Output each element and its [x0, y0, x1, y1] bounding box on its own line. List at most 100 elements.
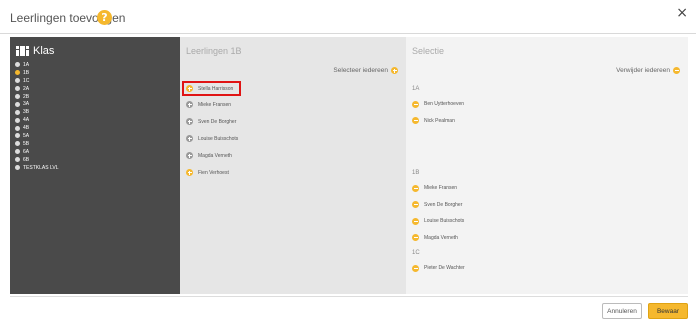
dot-icon	[15, 117, 20, 123]
selection-group: 1C Pieter De Wachter	[412, 250, 465, 277]
class-item[interactable]: 3B	[15, 108, 58, 116]
class-icon	[16, 46, 29, 56]
dot-icon	[15, 149, 20, 155]
selection-group: 1B Mieke Fransen Sven De Borgher Louise Bui…	[412, 170, 464, 246]
class-item[interactable]: 4B	[15, 124, 58, 132]
help-icon[interactable]: ?	[97, 10, 112, 25]
class-item[interactable]: 6B	[15, 156, 58, 164]
remove-icon	[412, 264, 419, 272]
selection-panel: Selectie Verwijder iedereen 1A Ben Uytter…	[406, 37, 688, 294]
class-panel: Klas 1A 1B 1C 2A 2B 3A 3B 4A 4B 5A 5B 6A 6B TESTKLAS …	[10, 37, 180, 294]
student-name: Stella Harrisson	[198, 85, 234, 92]
selected-student-item[interactable]: Ben Uytterhoeven	[412, 96, 464, 113]
class-item[interactable]: 1A	[15, 61, 58, 69]
student-item[interactable]: Sven De Borgher	[184, 113, 241, 130]
selected-student-name: Ben Uytterhoeven	[424, 101, 465, 108]
class-item-label: 6A	[23, 148, 30, 155]
class-item[interactable]: 1B	[15, 69, 58, 77]
class-item-label: 5A	[23, 132, 30, 139]
class-item-label: 1A	[23, 61, 30, 68]
modal-header: Leerlingen toevoegen ? ×	[0, 0, 696, 34]
student-name: Fien Verhoest	[198, 169, 229, 176]
selected-student-item[interactable]: Sven De Borgher	[412, 197, 464, 214]
added-icon	[186, 118, 193, 125]
student-item[interactable]: Magda Verneth	[184, 147, 241, 164]
class-item-label: 1B	[23, 69, 30, 76]
dot-icon	[15, 141, 20, 147]
cancel-button[interactable]: Annuleren	[602, 303, 642, 319]
class-item[interactable]: 1C	[15, 77, 58, 85]
class-panel-header: Klas	[16, 45, 54, 57]
add-students-modal: Leerlingen toevoegen ? × Klas 1A 1B 1C 2A 2B…	[0, 0, 696, 325]
selected-student-name: Pieter De Wachter	[424, 265, 465, 272]
student-name: Mieke Fransen	[198, 101, 232, 108]
selection-group-label: 1A	[412, 86, 420, 92]
close-icon[interactable]: ×	[676, 5, 688, 21]
selected-student-name: Nick Pealman	[424, 117, 455, 124]
dot-icon	[15, 157, 20, 163]
class-item-label: 4A	[23, 117, 30, 124]
remove-icon	[412, 234, 419, 242]
selected-student-item[interactable]: Nick Pealman	[412, 113, 464, 130]
class-item-label: 1C	[23, 77, 30, 84]
class-panel-title: Klas	[33, 45, 55, 57]
selected-student-item[interactable]: Mieke Fransen	[412, 180, 464, 197]
class-item[interactable]: 5A	[15, 132, 58, 140]
select-all-button[interactable]: Selecteer iedereen	[333, 67, 398, 74]
plus-circle-icon	[391, 67, 398, 74]
dot-icon	[15, 86, 20, 92]
selection-panel-title: Selectie	[412, 46, 445, 56]
selected-student-item[interactable]: Louise Buisschots	[412, 213, 464, 230]
remove-icon	[412, 217, 419, 225]
class-item[interactable]: 3A	[15, 100, 58, 108]
select-all-label: Selecteer iedereen	[333, 67, 388, 74]
class-item[interactable]: 2B	[15, 93, 58, 101]
selection-group-label: 1B	[412, 170, 420, 176]
class-item-label: 2A	[23, 85, 30, 92]
dot-icon	[15, 125, 20, 131]
class-item[interactable]: TESTKLAS LVL	[15, 164, 58, 172]
dot-icon	[15, 109, 20, 115]
class-item-label: 5B	[23, 140, 30, 147]
class-item-label: 2B	[23, 93, 30, 100]
remove-icon	[412, 117, 419, 125]
remove-all-button[interactable]: Verwijder iedereen	[616, 67, 680, 74]
students-panel-title: Leerlingen 1B	[186, 46, 242, 56]
add-icon	[186, 85, 193, 92]
added-icon	[186, 135, 193, 142]
modal-body: Klas 1A 1B 1C 2A 2B 3A 3B 4A 4B 5A 5B 6A 6B TESTKLAS …	[10, 37, 688, 294]
minus-circle-icon	[673, 67, 680, 74]
dot-icon	[15, 165, 20, 171]
student-item[interactable]: Fien Verhoest	[184, 164, 241, 181]
class-list: 1A 1B 1C 2A 2B 3A 3B 4A 4B 5A 5B 6A 6B TESTKLAS LVL	[15, 61, 58, 171]
student-name: Sven De Borgher	[198, 118, 237, 125]
student-item[interactable]: Louise Buisschots	[184, 130, 241, 147]
class-item-label: 3A	[23, 101, 30, 108]
class-item[interactable]: 4A	[15, 116, 58, 124]
add-icon	[186, 169, 193, 176]
student-item[interactable]: Stella Harrisson	[182, 81, 242, 96]
selection-group-label: 1C	[412, 250, 420, 256]
dot-icon	[15, 94, 20, 99]
class-item[interactable]: 2A	[15, 85, 58, 93]
dot-icon	[15, 133, 20, 139]
student-list: Stella Harrisson Mieke Fransen Sven De Bor…	[182, 81, 242, 181]
class-item-label: 3B	[23, 109, 30, 116]
selected-student-item[interactable]: Pieter De Wachter	[412, 260, 465, 277]
dot-icon	[15, 101, 20, 107]
selected-student-item[interactable]: Magda Verneth	[412, 230, 464, 247]
selected-student-name: Magda Verneth	[424, 234, 458, 241]
student-name: Louise Buisschots	[198, 135, 239, 142]
class-item[interactable]: 6A	[15, 148, 58, 156]
footer-divider	[10, 296, 688, 297]
class-item[interactable]: 5B	[15, 140, 58, 148]
class-item-label: 6B	[23, 156, 30, 163]
class-item-label: 4B	[23, 125, 30, 132]
student-name: Magda Verneth	[198, 152, 232, 159]
student-item[interactable]: Mieke Fransen	[184, 96, 241, 113]
remove-icon	[412, 201, 419, 209]
selected-student-name: Sven De Borgher	[424, 201, 463, 208]
selected-student-name: Mieke Fransen	[424, 185, 458, 192]
remove-all-label: Verwijder iedereen	[616, 67, 670, 74]
save-button[interactable]: Bewaar	[648, 303, 688, 319]
